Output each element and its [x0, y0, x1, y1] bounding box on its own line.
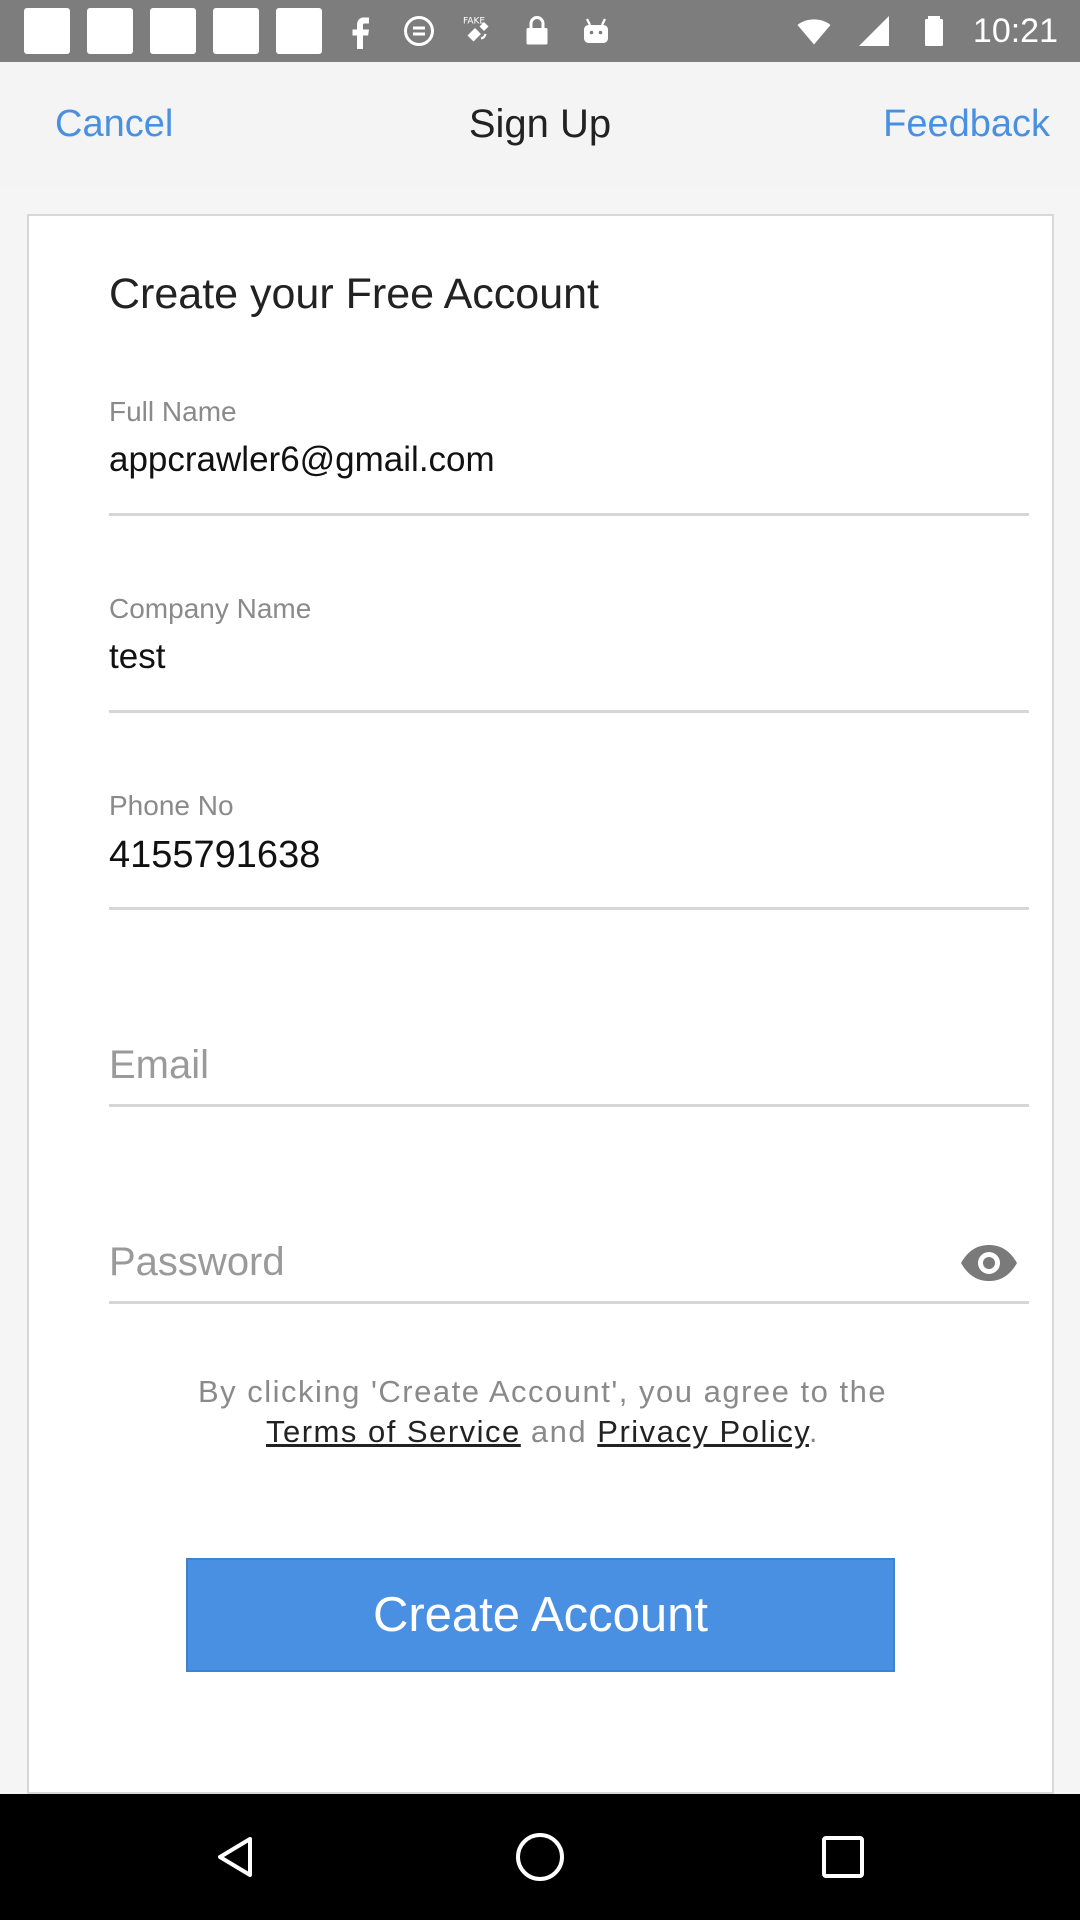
phone-value[interactable]: 4155791638	[109, 834, 320, 877]
company-name-label: Company Name	[109, 593, 312, 624]
notification-icon	[276, 8, 322, 54]
lock-icon	[516, 10, 558, 52]
phone-field[interactable]: Phone No 4155791638	[109, 790, 1029, 910]
password-placeholder[interactable]: Password	[109, 1240, 285, 1285]
app-header: Cancel Sign Up Feedback	[0, 62, 1080, 186]
full-name-field[interactable]: Full Name appcrawler6@gmail.com	[109, 396, 1029, 516]
terms-prefix: By clicking 'Create Account', you agree …	[197, 1374, 888, 1409]
create-account-button[interactable]: Create Account	[186, 1558, 895, 1672]
no-sim-icon	[398, 10, 440, 52]
notification-icon	[213, 8, 259, 54]
battery-icon	[913, 10, 955, 52]
status-time: 10:21	[972, 11, 1058, 50]
terms-text: By clicking 'Create Account', you agree …	[29, 1372, 1056, 1452]
notification-icon	[150, 8, 196, 54]
full-name-label: Full Name	[109, 396, 237, 427]
email-field[interactable]: Email	[109, 987, 1029, 1107]
terms-of-service-link[interactable]: Terms of Service	[266, 1414, 521, 1449]
facebook-icon	[339, 10, 381, 52]
signup-card: Create your Free Account Full Name appcr…	[27, 214, 1054, 1794]
full-name-value[interactable]: appcrawler6@gmail.com	[109, 440, 495, 480]
terms-suffix: .	[808, 1414, 820, 1449]
terms-line: Terms of Service and Privacy Policy.	[29, 1412, 1056, 1452]
notification-icon	[24, 8, 70, 54]
email-placeholder[interactable]: Email	[109, 1043, 209, 1088]
home-icon[interactable]	[480, 1794, 600, 1920]
cancel-button[interactable]: Cancel	[55, 62, 173, 186]
company-name-field[interactable]: Company Name test	[109, 593, 1029, 713]
navigation-bar	[0, 1794, 1080, 1920]
wifi-icon	[793, 10, 835, 52]
company-name-value[interactable]: test	[109, 637, 165, 677]
status-right-icons: 10:21	[793, 0, 1058, 62]
feedback-button[interactable]: Feedback	[883, 62, 1050, 186]
terms-and: and	[530, 1414, 588, 1449]
android-icon	[575, 10, 617, 52]
eye-icon[interactable]	[959, 1241, 1019, 1285]
status-bar: FAKE 10:21	[0, 0, 1080, 62]
status-left-icons: FAKE	[24, 0, 617, 62]
recents-icon[interactable]	[783, 1794, 903, 1920]
back-icon[interactable]	[176, 1794, 296, 1920]
signal-icon	[853, 10, 895, 52]
password-field[interactable]: Password	[109, 1184, 1029, 1304]
phone-label: Phone No	[109, 790, 234, 821]
card-title: Create your Free Account	[109, 270, 599, 318]
notification-icon	[87, 8, 133, 54]
privacy-policy-link[interactable]: Privacy Policy	[597, 1414, 809, 1449]
fake-gps-icon: FAKE	[457, 10, 499, 52]
